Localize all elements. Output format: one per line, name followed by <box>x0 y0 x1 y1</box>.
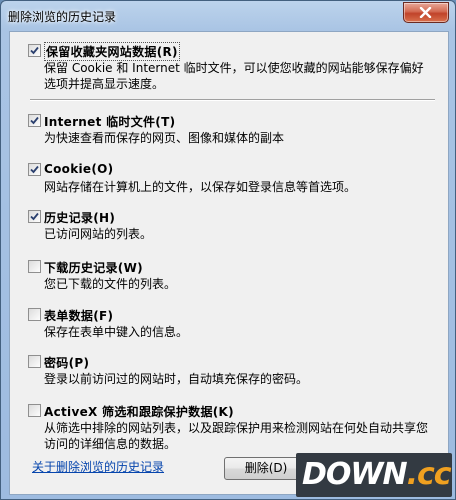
cookies-label[interactable]: Cookie(O) <box>44 162 113 176</box>
download-history-checkbox[interactable] <box>28 260 41 273</box>
download-history-label[interactable]: 下载历史记录(W) <box>44 259 143 276</box>
temp-files-label[interactable]: Internet 临时文件(T) <box>44 113 175 130</box>
download-history-description: 您已下载的文件的列表。 <box>44 277 177 291</box>
temp-files-checkbox[interactable] <box>28 114 41 127</box>
preserve-favorites-checkbox[interactable] <box>28 44 41 57</box>
checkmark-icon <box>30 46 39 55</box>
checkmark-icon <box>30 116 39 125</box>
window-title: 删除浏览的历史记录 <box>8 10 117 24</box>
preserve-favorites-description: 保留 Cookie 和 Internet 临时文件，可以使您收藏的网站能够保存偏… <box>44 61 424 91</box>
checkmark-icon <box>30 165 39 174</box>
form-data-label[interactable]: 表单数据(F) <box>44 307 113 324</box>
title-bar[interactable]: 删除浏览的历史记录 <box>1 1 455 31</box>
activex-data-description: 从筛选中排除的网站列表，以及跟踪保护用来检测网站在何处自动共享您访问的详细信息的… <box>44 421 429 451</box>
close-icon <box>419 7 432 18</box>
temp-files-description: 为快速查看而保存的网页、图像和媒体的副本 <box>44 131 285 145</box>
history-description: 已访问网站的列表。 <box>44 227 153 241</box>
form-data-description: 保存在表单中键入的信息。 <box>44 325 189 339</box>
activex-data-checkbox[interactable] <box>28 404 41 417</box>
dialog-window: 删除浏览的历史记录 保留收藏夹网站数据(R) 保留 Cookie 和 Inter… <box>0 0 456 500</box>
history-checkbox[interactable] <box>28 210 41 223</box>
form-data-checkbox[interactable] <box>28 308 41 321</box>
activex-data-label[interactable]: ActiveX 筛选和跟踪保护数据(K) <box>44 403 234 420</box>
dialog-body: 保留收藏夹网站数据(R) 保留 Cookie 和 Internet 临时文件，可… <box>9 31 449 495</box>
passwords-description: 登录以前访问过的网站时，自动填充保存的密码。 <box>44 372 309 386</box>
preserve-favorites-label[interactable]: 保留收藏夹网站数据(R) <box>44 42 180 61</box>
cookies-checkbox[interactable] <box>28 163 41 176</box>
checkmark-icon <box>30 212 39 221</box>
close-button[interactable] <box>403 2 449 23</box>
help-link[interactable]: 关于删除浏览的历史记录 <box>32 458 164 475</box>
watermark-logo: DOWN.cc <box>296 453 452 497</box>
history-label[interactable]: 历史记录(H) <box>44 209 115 226</box>
passwords-label[interactable]: 密码(P) <box>44 354 89 371</box>
cookies-description: 网站存储在计算机上的文件，以保存如登录信息等首选项。 <box>44 180 357 194</box>
watermark-text: DOWN.cc <box>302 457 452 492</box>
separator <box>30 99 435 101</box>
passwords-checkbox[interactable] <box>28 355 41 368</box>
